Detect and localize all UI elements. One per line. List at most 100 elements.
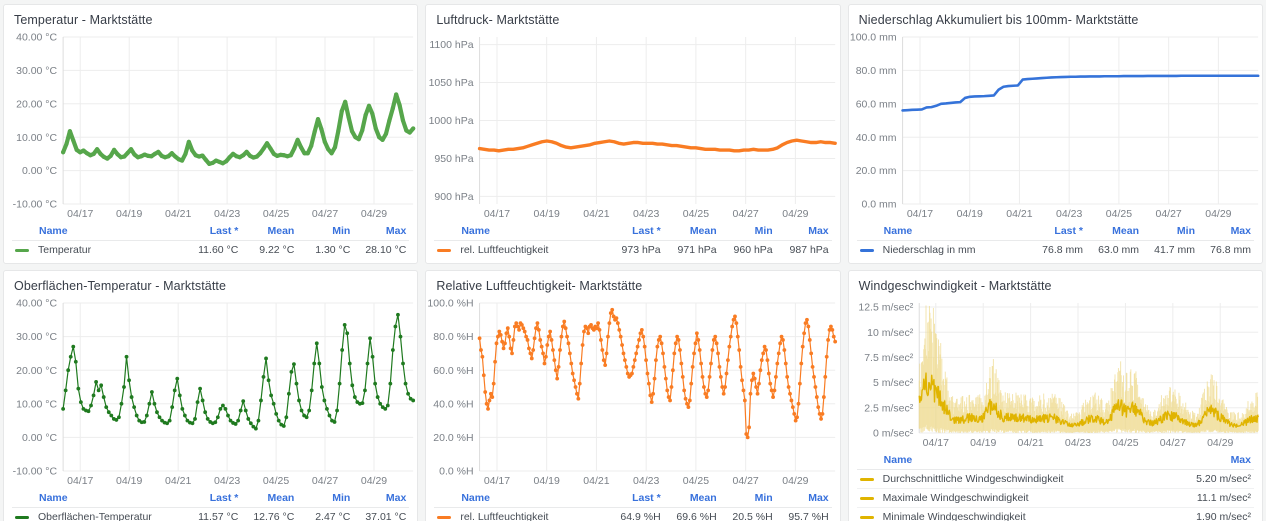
legend-value-c4: 11.1 m/sec² <box>1196 492 1251 504</box>
svg-text:04/25: 04/25 <box>1105 208 1131 220</box>
legend-value-c4: 37.01 °C <box>365 511 407 521</box>
svg-text:04/21: 04/21 <box>1006 208 1032 220</box>
svg-text:80.0 mm: 80.0 mm <box>855 65 896 77</box>
svg-text:04/27: 04/27 <box>312 475 338 487</box>
legend-series-name[interactable]: Oberflächen-Temperatur <box>38 511 182 521</box>
legend-col-c3[interactable]: Min <box>717 492 773 504</box>
svg-text:2.5 m/sec²: 2.5 m/sec² <box>864 402 914 414</box>
legend-col-name[interactable]: Name <box>437 225 604 237</box>
legend-col-c2[interactable]: Mean <box>238 225 294 237</box>
legend-col-c3[interactable]: Min <box>1139 225 1195 237</box>
legend-row[interactable]: rel. Luftfeuchtigkeit 64.9 %H 69.6 %H 20.5 … <box>434 508 831 521</box>
legend-value-c4: 987 hPa <box>789 244 829 256</box>
svg-text:10.00 °C: 10.00 °C <box>16 132 57 144</box>
svg-text:04/17: 04/17 <box>67 475 93 487</box>
legend-value-c1: 11.57 °C <box>198 511 239 521</box>
legend-row[interactable]: rel. Luftfeuchtigkeit 973 hPa 971 hPa 960 h… <box>434 241 831 259</box>
legend-col-name[interactable]: Name <box>15 492 182 504</box>
legend-row[interactable]: Minimale Windgeschwindigkeit 1.90 m/sec² <box>857 508 1254 521</box>
legend-series-name[interactable]: Durchschnittliche Windgeschwindigkeit <box>883 473 1165 485</box>
svg-text:04/17: 04/17 <box>484 208 510 220</box>
chart-oberflaechen[interactable]: -10.00 °C 0.00 °C 10.00 °C 20.00 °C 30.00 °C… <box>4 295 417 491</box>
legend-oberflaechen: Name Last * Mean Min Max Oberflächen-Temperat… <box>4 491 417 521</box>
legend-rows: Oberflächen-Temperatur 11.57 °C 12.76 °C 2.… <box>12 507 410 521</box>
legend-value-c4: 5.20 m/sec² <box>1196 473 1251 485</box>
panel-niederschlag[interactable]: Niederschlag Akkumuliert bis 100mm- Mark… <box>847 4 1263 264</box>
svg-text:0.0 mm: 0.0 mm <box>861 199 896 211</box>
legend-col-c3[interactable]: Min <box>294 225 350 237</box>
chart-niederschlag[interactable]: 0.0 mm 20.0 mm 40.0 mm 60.0 mm 80.0 mm 100.0 … <box>849 29 1262 224</box>
chart-plot-niederschlag: 0.0 mm 20.0 mm 40.0 mm 60.0 mm 80.0 mm 100.0 … <box>849 29 1262 224</box>
svg-text:30.00 °C: 30.00 °C <box>16 331 57 343</box>
legend-col-name[interactable]: Name <box>860 454 1165 466</box>
legend-col-c4[interactable]: Max <box>350 225 406 237</box>
panel-title-luftfeuchtigkeit[interactable]: Relative Luftfeuchtigkeit- Marktstätte <box>426 271 839 295</box>
legend-col-c1[interactable]: Last * <box>1027 225 1083 237</box>
legend-series-name[interactable]: Maximale Windgeschwindigkeit <box>883 492 1165 504</box>
legend-series-name[interactable]: rel. Luftfeuchtigkeit <box>460 244 604 256</box>
legend-row[interactable]: Maximale Windgeschwindigkeit 11.1 m/sec² <box>856 489 1254 508</box>
panel-title-temperatur[interactable]: Temperatur - Marktstätte <box>4 5 417 29</box>
panel-luftfeuchtigkeit[interactable]: Relative Luftfeuchtigkeit- Marktstätte 0.… <box>425 270 841 521</box>
legend-row[interactable]: Oberflächen-Temperatur 11.57 °C 12.76 °C 2.… <box>12 508 409 521</box>
chart-luftfeuchtigkeit[interactable]: 0.0 %H 20.0 %H 40.0 %H 60.0 %H 80.0 %H 100.0 … <box>426 295 839 491</box>
legend-row[interactable]: Niederschlag in mm 76.8 mm 63.0 mm 41.7 mm 7… <box>857 241 1254 259</box>
legend-col-name[interactable]: Name <box>15 225 182 237</box>
legend-value-c1: 76.8 mm <box>1042 244 1083 256</box>
legend-col-c2[interactable]: Mean <box>1083 225 1139 237</box>
series-color-swatch-icon <box>859 515 874 519</box>
legend-col-name[interactable]: Name <box>860 225 1027 237</box>
legend-col-c4[interactable]: Max <box>350 492 406 504</box>
legend-value-c4: 76.8 mm <box>1210 244 1251 256</box>
svg-text:04/27: 04/27 <box>733 208 759 220</box>
panel-temperatur[interactable]: Temperatur - Marktstätte -10.00 °C 0.00 °C… <box>3 4 419 264</box>
chart-luftdruck[interactable]: 900 hPa 950 hPa 1000 hPa 1050 hPa 1100 hPa 04… <box>426 29 839 224</box>
legend-col-c4[interactable]: Max <box>1165 454 1251 466</box>
legend-col-c3[interactable]: Min <box>294 492 350 504</box>
legend-col-name[interactable]: Name <box>437 492 604 504</box>
svg-text:20.0 mm: 20.0 mm <box>855 165 896 177</box>
legend-col-c4[interactable]: Max <box>773 225 828 237</box>
chart-plot-luftfeuchtigkeit: 0.0 %H 20.0 %H 40.0 %H 60.0 %H 80.0 %H 100.0 … <box>426 295 839 491</box>
svg-text:10 m/sec²: 10 m/sec² <box>867 327 914 339</box>
legend-header-row: Name Last * Mean Min Max <box>857 224 1254 240</box>
legend-col-c2[interactable]: Mean <box>661 225 717 237</box>
legend-value-c4: 95.7 %H <box>788 511 829 521</box>
chart-temperatur[interactable]: -10.00 °C 0.00 °C 10.00 °C 20.00 °C 30.00 °C… <box>4 29 417 224</box>
legend-series-name[interactable]: Temperatur <box>38 244 182 256</box>
svg-text:12.5 m/sec²: 12.5 m/sec² <box>858 302 913 314</box>
legend-row[interactable]: Durchschnittliche Windgeschwindigkeit 5.2… <box>856 470 1254 489</box>
panel-luftdruck[interactable]: Luftdruck- Marktstätte 900 hPa 950 hPa 1000… <box>425 4 841 264</box>
svg-text:04/19: 04/19 <box>534 475 560 487</box>
svg-text:04/23: 04/23 <box>633 208 659 220</box>
svg-text:04/25: 04/25 <box>1112 437 1138 449</box>
svg-text:04/17: 04/17 <box>906 208 932 220</box>
panel-wind[interactable]: Windgeschwindigkeit - Marktstätte 0 m/sec… <box>847 270 1263 521</box>
legend-col-c2[interactable]: Mean <box>661 492 717 504</box>
legend-col-c1[interactable]: Last * <box>182 225 239 237</box>
panel-title-niederschlag[interactable]: Niederschlag Akkumuliert bis 100mm- Mark… <box>849 5 1262 29</box>
legend-col-c1[interactable]: Last * <box>605 492 661 504</box>
legend-col-c4[interactable]: Max <box>773 492 828 504</box>
legend-series-name[interactable]: Minimale Windgeschwindigkeit <box>883 511 1165 521</box>
legend-row[interactable]: Temperatur 11.60 °C 9.22 °C 1.30 °C 28.10 °C <box>12 241 409 259</box>
legend-series-name[interactable]: Niederschlag in mm <box>883 244 1027 256</box>
series-color-swatch-icon <box>15 248 29 252</box>
chart-wind[interactable]: 0 m/sec² 2.5 m/sec² 5 m/sec² 7.5 m/sec² 10 m… <box>849 295 1262 453</box>
panel-oberflaechen[interactable]: Oberflächen-Temperatur - Marktstätte -10.… <box>3 270 419 521</box>
legend-header-row: Name Last * Mean Min Max <box>12 491 409 507</box>
legend-series-name[interactable]: rel. Luftfeuchtigkeit <box>460 511 604 521</box>
svg-text:10.00 °C: 10.00 °C <box>16 398 57 410</box>
panel-title-luftdruck[interactable]: Luftdruck- Marktstätte <box>426 5 839 29</box>
svg-text:04/25: 04/25 <box>263 208 289 220</box>
legend-col-c4[interactable]: Max <box>1195 225 1251 237</box>
svg-text:04/27: 04/27 <box>733 475 759 487</box>
panel-title-wind[interactable]: Windgeschwindigkeit - Marktstätte <box>849 271 1262 295</box>
svg-text:04/19: 04/19 <box>956 208 982 220</box>
panel-title-oberflaechen[interactable]: Oberflächen-Temperatur - Marktstätte <box>4 271 417 295</box>
legend-col-c3[interactable]: Min <box>717 225 773 237</box>
legend-col-c1[interactable]: Last * <box>605 225 661 237</box>
legend-col-c1[interactable]: Last * <box>182 492 239 504</box>
legend-col-c2[interactable]: Mean <box>238 492 294 504</box>
legend-header-row: Name Last * Mean Min Max <box>434 491 831 507</box>
